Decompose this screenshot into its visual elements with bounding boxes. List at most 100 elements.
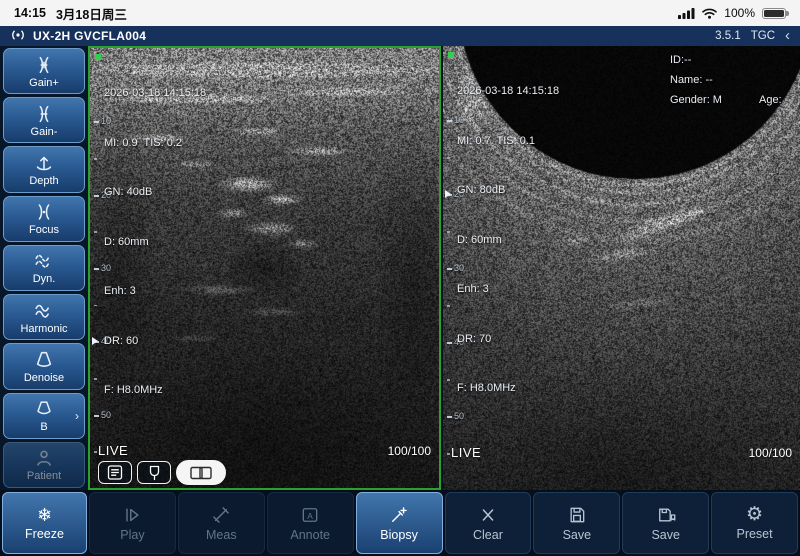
live-status-label: LIVE [98,443,128,458]
right-ultrasound-pane[interactable]: 1020304050 2026-03-18 14:15:18 MI: 0.7 T… [443,46,800,490]
sidebar-button-label: B [40,421,47,433]
ruler-tick [447,379,450,381]
clear-label: Clear [473,528,503,542]
clear-button[interactable]: Clear [445,492,532,554]
chevron-right-icon: › [75,409,79,423]
sidebar-button-gain-plus[interactable]: Gain+ [3,48,85,94]
device-name: UX-2H GVCFLA004 [33,29,146,43]
app-header: UX-2H GVCFLA004 3.5.1 TGC ‹ [0,26,800,46]
sidebar-button-label: Dyn. [33,273,56,285]
save-image-button[interactable]: Save [533,492,620,554]
b-mode-icon [33,398,55,420]
play-label: Play [120,528,144,542]
ruler-tick [94,121,99,123]
info-freq: F: H8.0MHz [457,380,559,397]
ruler-tick [94,415,99,417]
ruler-tick [94,451,97,453]
frame-counter: 100/100 [388,444,431,458]
annote-letter: A [307,510,313,520]
frame-counter: 100/100 [749,446,792,460]
info-datetime: 2026-03-18 14:15:18 [104,85,206,102]
left-ultrasound-pane[interactable]: 1020304050 2026-03-18 14:15:18 MI: 0.9 T… [88,46,441,490]
save-image-label: Save [563,528,592,542]
play-button[interactable]: Play [89,492,176,554]
sidebar-button-patient[interactable]: Patient [3,442,85,488]
preset-button[interactable]: ⚙ Preset [711,492,798,554]
patient-icon [33,447,55,469]
ruler-tick [94,231,97,233]
annotate-icon: A [299,505,321,525]
biopsy-label: Biopsy [380,528,418,542]
ruler-tick [94,85,97,87]
freeze-label: Freeze [25,527,64,541]
sidebar-button-denoise[interactable]: Denoise [3,343,85,389]
ruler-tick [94,378,97,380]
report-button[interactable] [98,461,132,484]
sidebar-button-dyn[interactable]: Dyn. [3,245,85,291]
ruler-tick [447,120,452,122]
dual-view-button[interactable] [176,460,226,485]
patient-name: Name: -- [670,74,713,86]
wifi-icon [702,8,717,19]
right-image-info: 2026-03-18 14:15:18 MI: 0.7 TIS: 0.1 GN:… [457,50,559,430]
probe-button[interactable] [137,461,171,484]
meas-button[interactable]: Meas [178,492,265,554]
denoise-icon [33,349,55,371]
annote-button[interactable]: A Annote [267,492,354,554]
sidebar-button-focus[interactable]: Focus [3,196,85,242]
chevron-left-icon[interactable]: ‹ [785,30,790,42]
ruler-tick [447,342,452,344]
cellular-signal-icon [678,8,695,19]
patient-id: ID:-- [670,54,691,66]
sidebar-button-label: Gain- [31,126,58,138]
info-depth: D: 60mm [104,234,206,251]
sidebar-button-label: Patient [27,470,61,482]
header-right: 3.5.1 TGC ‹ [715,30,790,42]
gain-plus-icon [33,54,55,76]
info-enh: Enh: 3 [104,283,206,300]
sidebar-button-label: Gain+ [29,77,59,89]
patient-info: ID:-- Name: -- Gender: M Age: -- [670,54,792,106]
battery-icon [762,8,786,19]
battery-percent: 100% [724,6,755,20]
patient-gender: Gender: M [670,94,722,106]
ruler-tick [447,231,450,233]
sidebar-button-b-mode[interactable]: B › [3,393,85,439]
freeze-button[interactable]: ❄ Freeze [2,492,87,554]
save-clip-label: Save [651,528,680,542]
sidebar-button-label: Depth [29,175,58,187]
meas-label: Meas [206,528,237,542]
sidebar-button-harmonic[interactable]: Harmonic [3,294,85,340]
depth-icon [33,152,55,174]
save-clip-button[interactable]: Save [622,492,709,554]
biopsy-button[interactable]: Biopsy [356,492,443,554]
sidebar: Gain+ Gain- Depth Focus Dyn. Harmonic [0,46,88,490]
bottom-toolbar: ❄ Freeze Play Meas A Annote Biopsy Clear… [0,490,800,556]
sidebar-button-label: Focus [29,224,59,236]
ruler-tick [94,158,97,160]
ruler-tick [447,157,450,159]
floppy-save-icon [566,505,588,525]
status-bar: 14:15 3月18日周三 100% [0,0,800,26]
status-right: 100% [678,6,786,20]
ruler-tick [447,83,450,85]
annote-label: Annote [290,528,330,542]
status-time: 14:15 [14,6,46,20]
gear-icon: ⚙ [746,505,763,524]
caliper-icon [210,505,232,525]
snowflake-icon: ❄ [37,506,52,524]
patient-age: Age: -- [759,94,792,106]
ruler-tick [94,268,99,270]
biopsy-needle-icon [388,505,410,525]
ultrasound-app: 14:15 3月18日周三 100% UX-2H GVCFLA004 3.5.1… [0,0,800,556]
ruler-tick [447,268,452,270]
image-mini-toolbar [98,460,226,485]
clear-x-icon [477,505,499,525]
orientation-marker [448,52,454,58]
tgc-button[interactable]: TGC [751,30,775,42]
sidebar-button-gain-minus[interactable]: Gain- [3,97,85,143]
sidebar-button-depth[interactable]: Depth [3,146,85,192]
info-dr: DR: 70 [457,331,559,348]
info-enh: Enh: 3 [457,281,559,298]
preset-label: Preset [736,527,772,541]
